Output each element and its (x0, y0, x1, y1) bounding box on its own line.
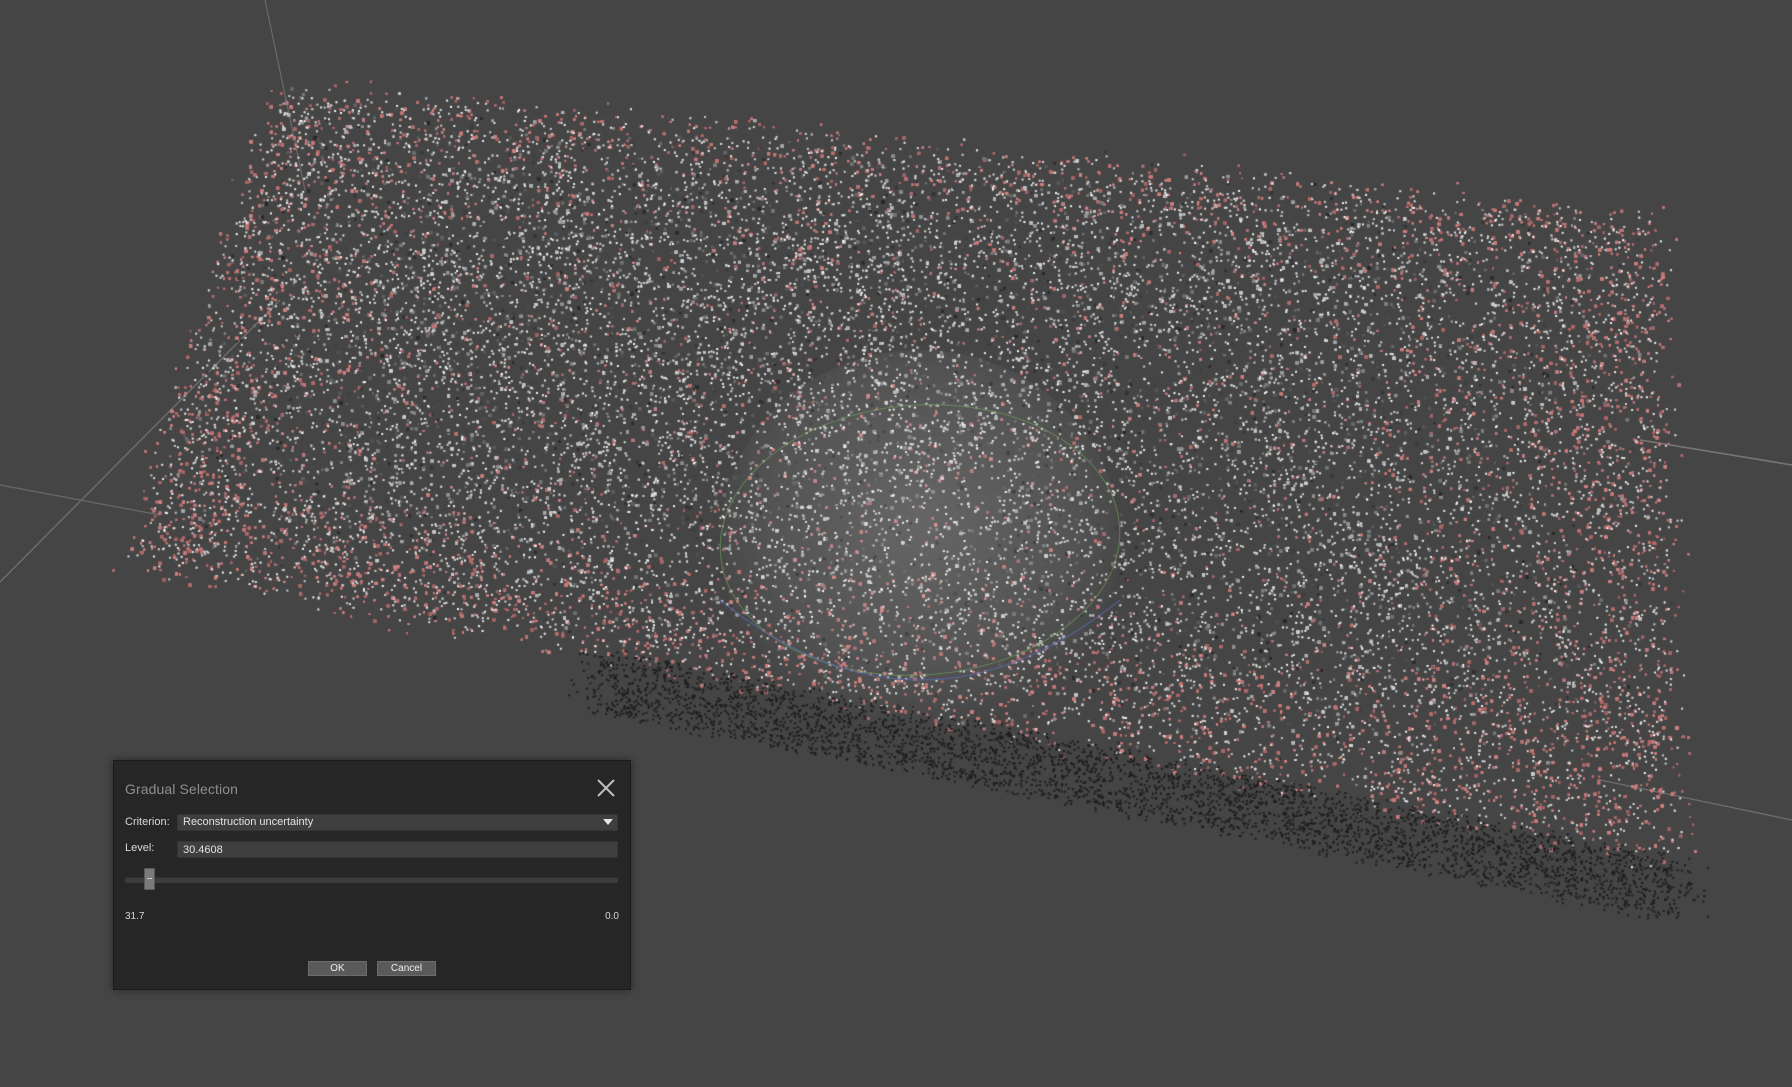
cancel-button[interactable]: Cancel (377, 961, 436, 976)
dialog-title: Gradual Selection (125, 781, 238, 797)
slider-min-label: 31.7 (125, 911, 145, 922)
model-viewport[interactable]: Gradual Selection Criterion: Reconstruct… (0, 0, 1792, 1087)
criterion-label: Criterion: (125, 816, 170, 828)
close-icon (597, 779, 615, 797)
gradual-selection-dialog: Gradual Selection Criterion: Reconstruct… (113, 760, 631, 990)
ok-button[interactable]: OK (308, 961, 367, 976)
level-input[interactable] (177, 841, 618, 858)
level-slider-track[interactable] (125, 877, 618, 883)
criterion-value: Reconstruction uncertainty (183, 816, 314, 828)
criterion-dropdown[interactable]: Reconstruction uncertainty (177, 814, 618, 831)
level-slider-thumb[interactable] (144, 868, 155, 890)
level-label: Level: (125, 842, 155, 854)
slider-max-label: 0.0 (605, 911, 619, 922)
chevron-down-icon (603, 819, 613, 825)
close-button[interactable] (595, 777, 617, 799)
